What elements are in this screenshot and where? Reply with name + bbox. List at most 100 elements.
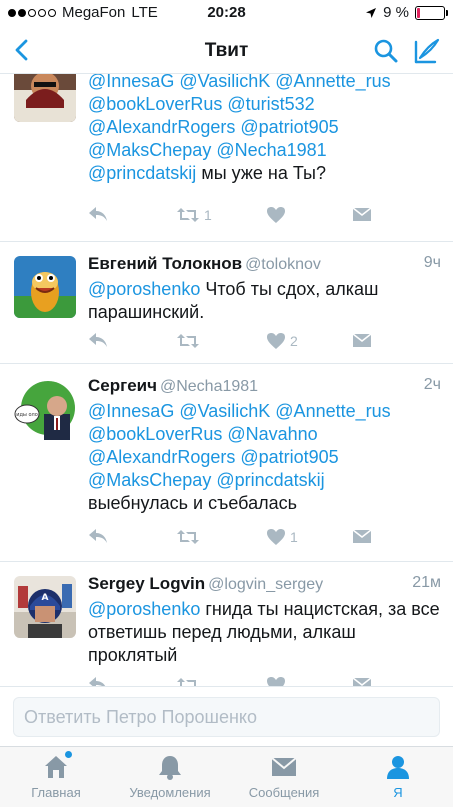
reply-bar: Ответить Петро Порошенко bbox=[0, 686, 453, 746]
tweet-header: Евгений Толокнов @toloknov 9ч bbox=[88, 254, 441, 278]
mention-link[interactable]: @InnesaG @VasilichK @Annette_rus bbox=[88, 74, 391, 91]
mention-link[interactable]: @princdatskij bbox=[88, 163, 196, 183]
person-icon bbox=[384, 753, 412, 781]
tab-label: Сообщения bbox=[248, 785, 320, 800]
tweet-content: Sergey Logvin @logvin_sergey 21м @poroshe… bbox=[88, 574, 441, 667]
like-count: 1 bbox=[290, 529, 298, 545]
retweet-button[interactable] bbox=[176, 676, 204, 686]
like-button[interactable] bbox=[266, 206, 290, 224]
retweet-icon bbox=[177, 678, 196, 686]
tweet-content: Евгений Толокнов @toloknov 9ч @poroshenko… bbox=[88, 254, 441, 324]
tweet-content: @InnesaG @VasilichK @Annette_rus @bookLo… bbox=[88, 74, 441, 185]
tweet-text-plain: выебнулась и съебалась bbox=[88, 493, 297, 513]
envelope-icon bbox=[352, 529, 372, 543]
mention-link[interactable]: @MaksChepay @Necha1981 bbox=[88, 140, 327, 160]
reply-icon bbox=[89, 677, 106, 686]
retweet-icon bbox=[177, 334, 199, 348]
tweet-text: @InnesaG @VasilichK @Annette_rus @bookLo… bbox=[88, 74, 441, 185]
tab-label: Главная bbox=[31, 785, 81, 800]
tweet-time: 9ч bbox=[423, 254, 441, 271]
status-bar: MegaFon LTE 20:28 9 % bbox=[0, 0, 453, 28]
author-handle[interactable]: @toloknov bbox=[245, 256, 321, 273]
tweet-header: Sergey Logvin @logvin_sergey 21м bbox=[88, 574, 441, 598]
direct-message-button[interactable] bbox=[352, 332, 372, 348]
tweet-text: @InnesaG @VasilichK @Annette_rus @bookLo… bbox=[88, 400, 441, 515]
mention-link[interactable]: @AlexandrRogers @patriot905 bbox=[88, 117, 339, 137]
reply-icon bbox=[89, 207, 107, 221]
battery-percent: 9 % bbox=[383, 4, 409, 21]
home-icon bbox=[42, 751, 72, 781]
envelope-icon bbox=[352, 207, 372, 221]
author-handle[interactable]: @logvin_sergey bbox=[208, 576, 323, 593]
bell-icon bbox=[156, 753, 184, 781]
author-name[interactable]: Евгений Толокнов bbox=[88, 254, 242, 273]
like-button[interactable]: 1 bbox=[266, 528, 298, 546]
tweet-feed[interactable]: @InnesaG @VasilichK @Annette_rus @bookLo… bbox=[0, 74, 453, 686]
reply-button[interactable] bbox=[88, 206, 108, 222]
retweet-icon bbox=[177, 208, 199, 222]
tweet-time: 2ч bbox=[423, 376, 441, 393]
retweet-count: 1 bbox=[204, 207, 212, 223]
mention-link[interactable]: @bookLoverRus @turist532 bbox=[88, 94, 315, 114]
tab-messages[interactable]: Сообщения bbox=[234, 753, 334, 800]
heart-icon bbox=[267, 333, 285, 349]
location-arrow-icon bbox=[366, 7, 377, 18]
tab-notifications[interactable]: Уведомления bbox=[120, 753, 220, 800]
status-right: 9 % bbox=[365, 4, 448, 21]
mention-link[interactable]: @poroshenko bbox=[88, 279, 200, 299]
svg-text:иды оло: иды оло bbox=[16, 412, 38, 418]
avatar[interactable] bbox=[14, 74, 76, 122]
envelope-icon bbox=[352, 677, 372, 686]
reply-button[interactable] bbox=[88, 332, 108, 348]
tweet[interactable]: A Sergey Logvin @logvin_sergey 21м @poros… bbox=[0, 562, 453, 686]
search-icon[interactable] bbox=[373, 38, 399, 64]
reply-button[interactable] bbox=[88, 676, 108, 686]
avatar[interactable] bbox=[14, 256, 76, 318]
mention-link[interactable]: @InnesaG @VasilichK @Annette_rus bbox=[88, 401, 391, 421]
reply-input[interactable]: Ответить Петро Порошенко bbox=[13, 697, 440, 737]
avatar[interactable]: иды оло bbox=[14, 378, 76, 440]
like-count: 2 bbox=[290, 333, 298, 349]
direct-message-button[interactable] bbox=[352, 676, 372, 686]
mention-link[interactable]: @poroshenko bbox=[88, 599, 200, 619]
reply-icon bbox=[89, 333, 107, 347]
navigation-bar: Твит bbox=[0, 28, 453, 74]
direct-message-button[interactable] bbox=[352, 206, 372, 222]
avatar[interactable]: A bbox=[14, 576, 76, 638]
direct-message-button[interactable] bbox=[352, 528, 372, 544]
tweet-actions: 1 bbox=[88, 528, 423, 552]
tab-bar: Главная Уведомления Сообщения Я bbox=[0, 746, 453, 807]
author-handle[interactable]: @Necha1981 bbox=[160, 378, 258, 395]
tab-me[interactable]: Я bbox=[348, 753, 448, 800]
tweet-actions: 1 bbox=[88, 206, 423, 230]
envelope-icon bbox=[270, 753, 298, 781]
mention-link[interactable]: @AlexandrRogers @patriot905 bbox=[88, 447, 339, 467]
tab-home[interactable]: Главная bbox=[6, 751, 106, 800]
tab-label: Уведомления bbox=[129, 785, 211, 800]
tweet-time: 21м bbox=[412, 574, 441, 591]
tweet-actions bbox=[88, 676, 423, 686]
mention-link[interactable]: @MaksChepay @princdatskij bbox=[88, 470, 325, 490]
svg-text:A: A bbox=[42, 593, 49, 603]
heart-icon bbox=[267, 677, 285, 686]
like-button[interactable] bbox=[266, 676, 290, 686]
heart-icon bbox=[267, 207, 285, 223]
heart-icon bbox=[267, 529, 285, 545]
notification-dot bbox=[65, 751, 72, 758]
author-name[interactable]: Sergey Logvin bbox=[88, 574, 205, 593]
tab-label: Я bbox=[393, 785, 403, 800]
tweet[interactable]: @InnesaG @VasilichK @Annette_rus @bookLo… bbox=[0, 74, 453, 242]
tweet-text: @poroshenko гнида ты нацистская, за все … bbox=[88, 598, 441, 667]
retweet-button[interactable] bbox=[176, 332, 204, 350]
retweet-button[interactable] bbox=[176, 528, 204, 546]
tweet[interactable]: Евгений Толокнов @toloknov 9ч @poroshenko… bbox=[0, 242, 453, 364]
mention-link[interactable]: @bookLoverRus @Navahno bbox=[88, 424, 318, 444]
reply-button[interactable] bbox=[88, 528, 108, 544]
like-button[interactable]: 2 bbox=[266, 332, 298, 350]
retweet-button[interactable]: 1 bbox=[176, 206, 212, 224]
author-name[interactable]: Сергеич bbox=[88, 376, 157, 395]
compose-icon[interactable] bbox=[413, 37, 441, 65]
tweet-header: Сергеич @Necha1981 2ч bbox=[88, 376, 441, 400]
tweet[interactable]: иды оло Сергеич @Necha1981 2ч @InnesaG @V… bbox=[0, 364, 453, 562]
reply-icon bbox=[89, 529, 107, 543]
